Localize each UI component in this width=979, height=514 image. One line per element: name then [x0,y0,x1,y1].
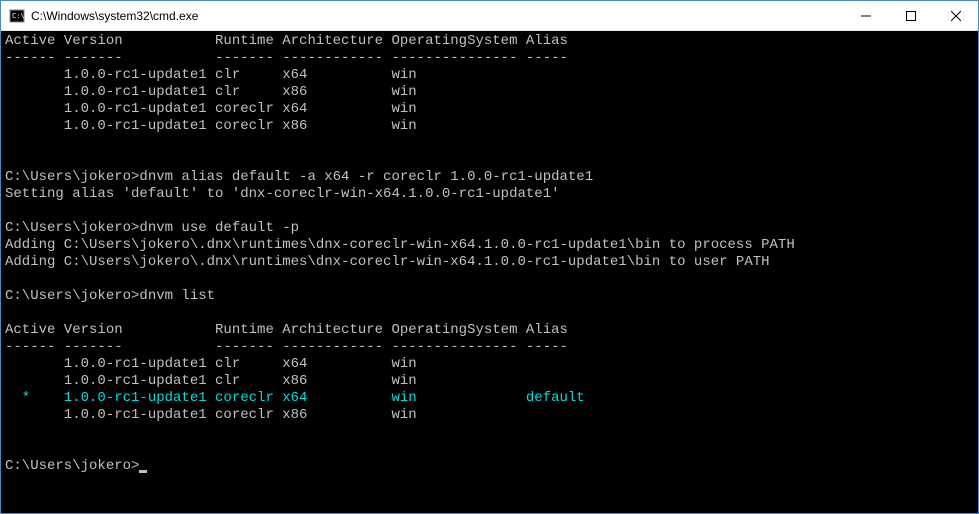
terminal-output[interactable]: Active Version Runtime Architecture Oper… [1,31,978,513]
window-controls [843,1,978,30]
window-title: C:\Windows\system32\cmd.exe [31,9,843,23]
svg-text:C:\: C:\ [12,12,25,20]
maximize-button[interactable] [888,1,933,30]
minimize-button[interactable] [843,1,888,30]
cmd-icon: C:\ [9,8,25,24]
close-button[interactable] [933,1,978,30]
cmd-window: C:\ C:\Windows\system32\cmd.exe Active V… [0,0,979,514]
titlebar[interactable]: C:\ C:\Windows\system32\cmd.exe [1,1,978,31]
